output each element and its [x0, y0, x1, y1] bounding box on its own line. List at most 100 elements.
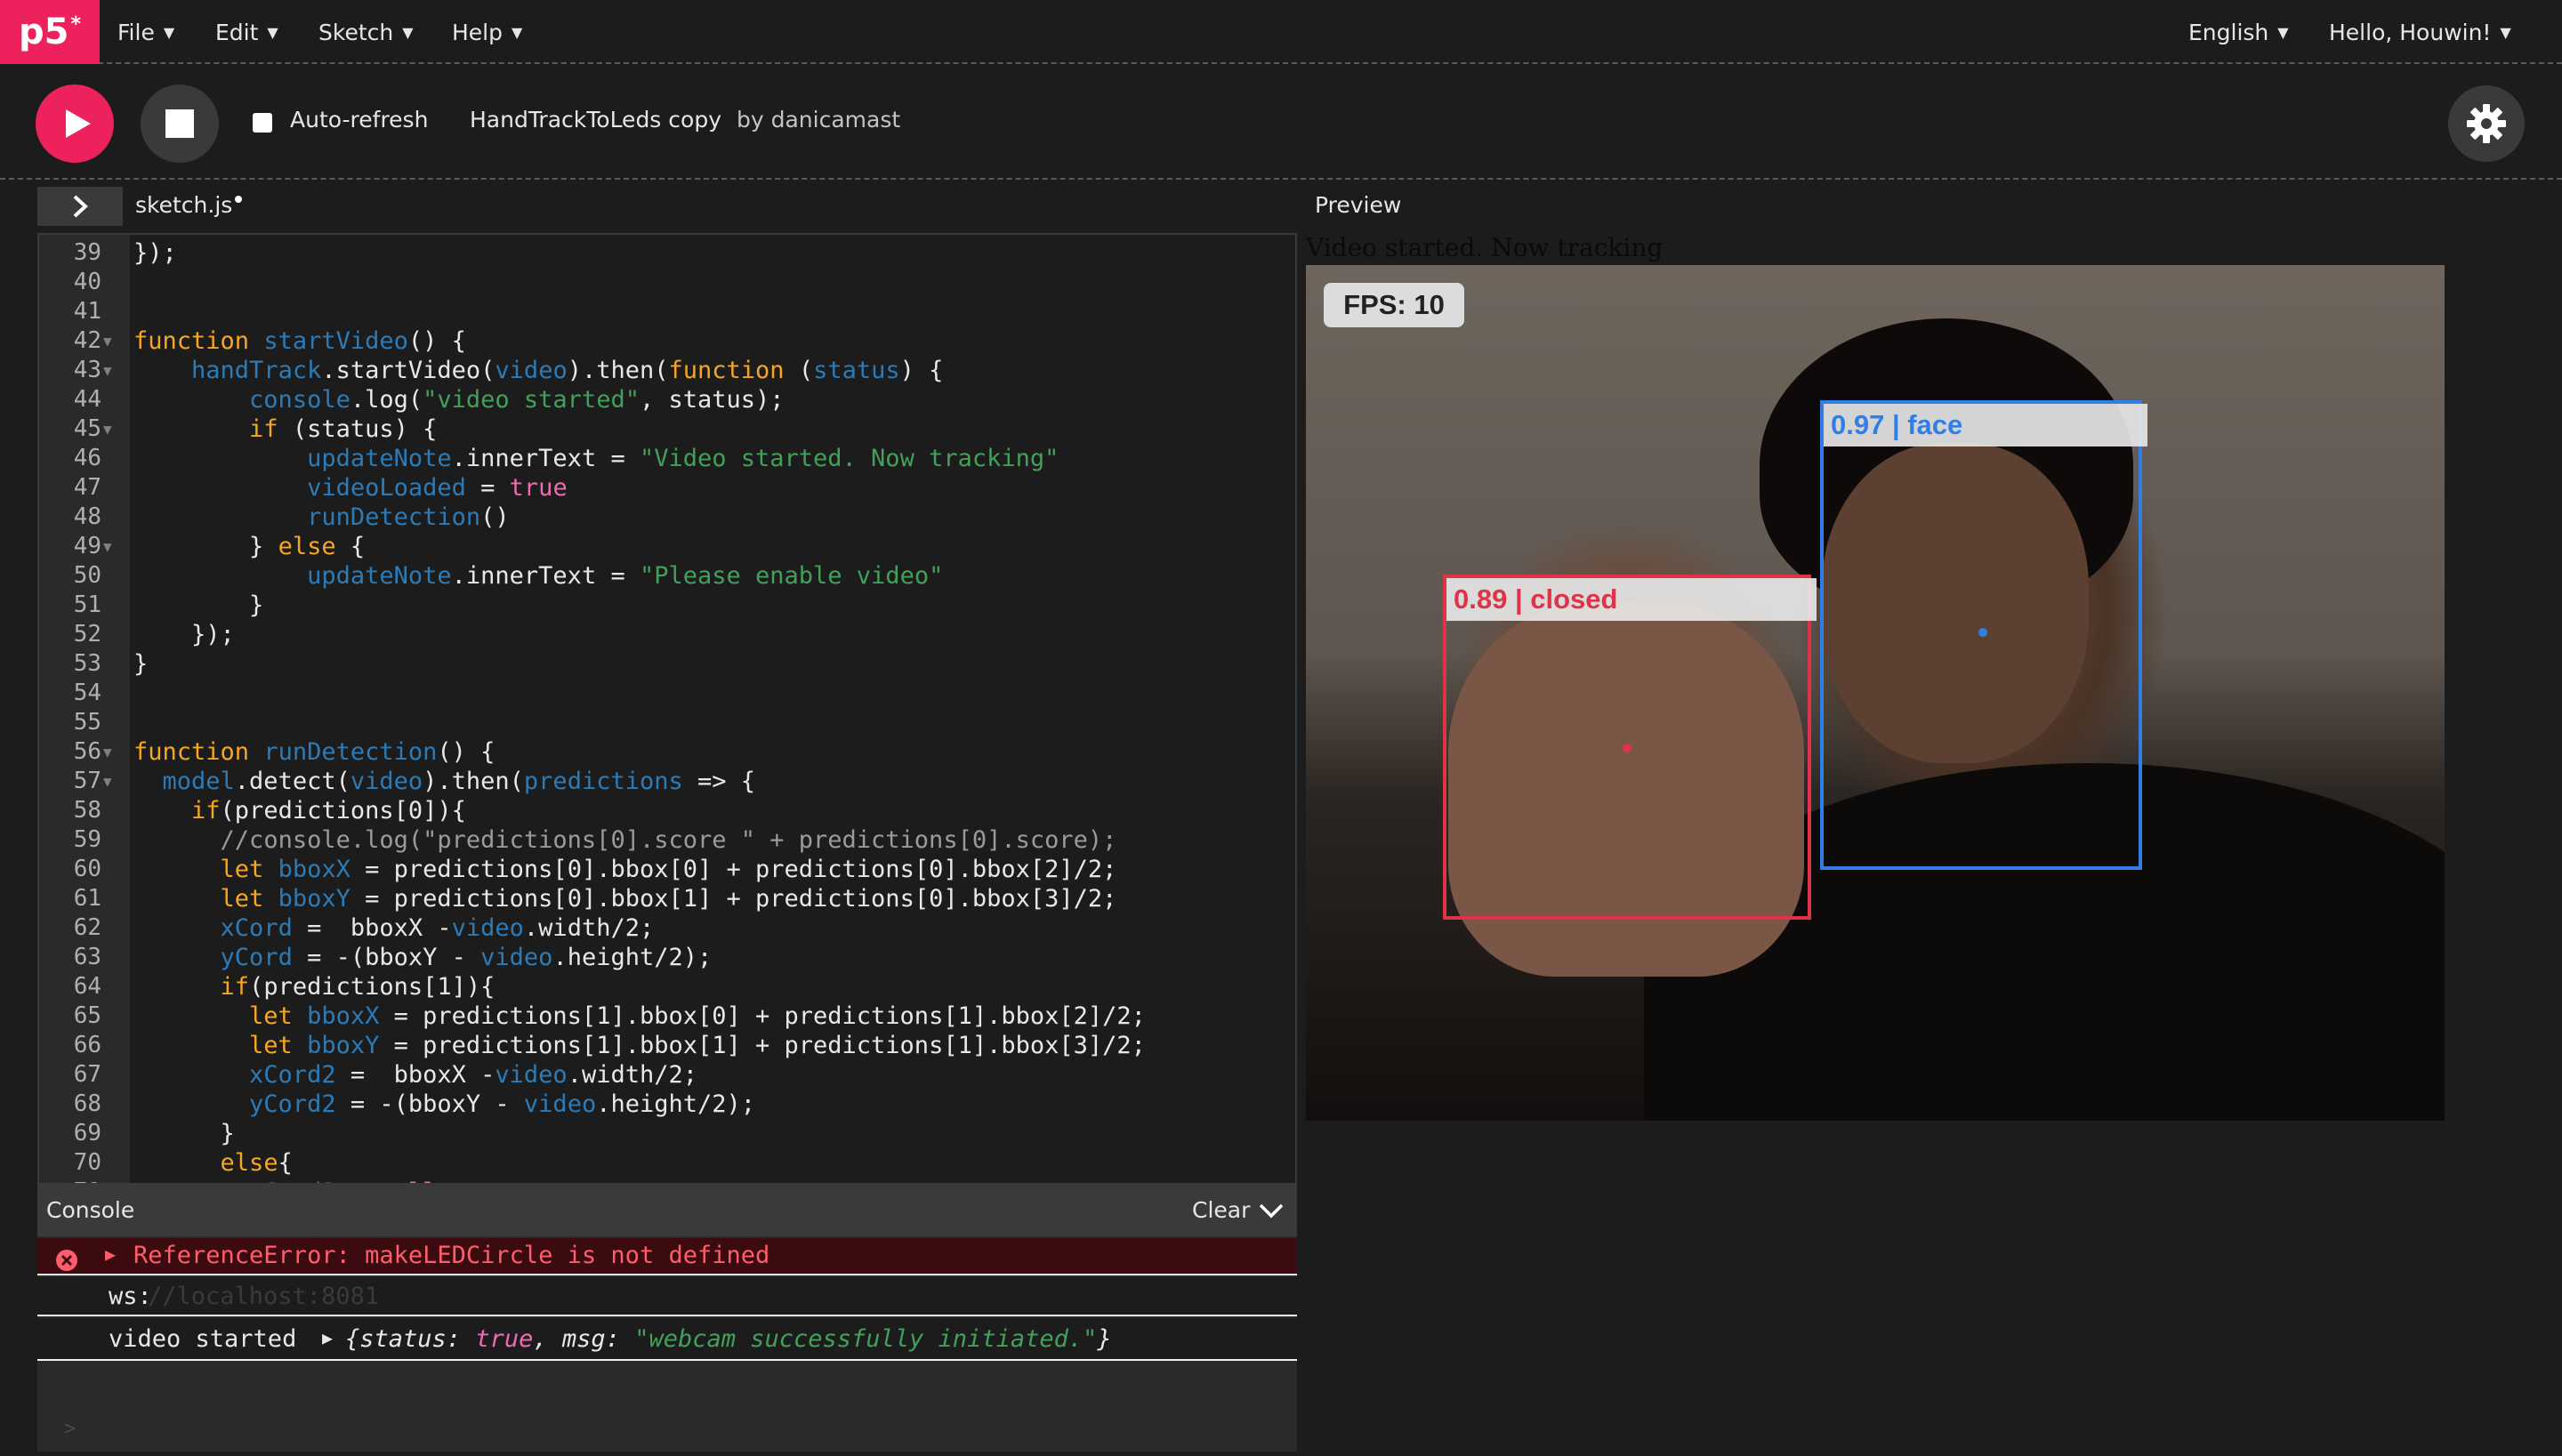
- stop-icon: [165, 109, 194, 138]
- log-key-status: status:: [359, 1325, 462, 1353]
- code-text: function startVideo() {: [133, 327, 466, 355]
- menu-help-label: Help: [452, 19, 503, 45]
- face-center-dot: [1978, 628, 1987, 637]
- project-name[interactable]: HandTrackToLeds copy: [470, 107, 721, 133]
- line-number: 57: [73, 768, 101, 794]
- line-number: 58: [73, 797, 101, 824]
- error-icon: [56, 1250, 77, 1271]
- settings-button[interactable]: [2448, 85, 2525, 162]
- line-number: 51: [73, 591, 101, 618]
- code-text: }: [133, 650, 149, 678]
- line-number: 69: [73, 1120, 101, 1146]
- fold-arrow-icon[interactable]: ▼: [103, 326, 112, 356]
- line-number: 71: [39, 1178, 101, 1183]
- line-number: 45: [73, 415, 101, 442]
- code-text: }: [133, 1120, 235, 1147]
- code-text: let bboxY = predictions[1].bbox[1] + pre…: [249, 1032, 1146, 1059]
- line-number: 62: [73, 914, 101, 941]
- line-number: 52: [73, 621, 101, 648]
- language-menu[interactable]: English ▼: [2188, 0, 2289, 64]
- log-label: video started: [109, 1325, 297, 1353]
- unsaved-indicator: [235, 196, 243, 203]
- stop-button[interactable]: [141, 84, 219, 163]
- code-text: xCord2 = bboxX -video.width/2;: [249, 1061, 697, 1089]
- console-ws-row: ws://localhost:8081: [37, 1277, 1297, 1316]
- log-value-msg: "webcam successfully initiated.": [634, 1325, 1098, 1353]
- line-number: 59: [73, 826, 101, 853]
- project-author: by danicamast: [737, 107, 901, 133]
- preview-title: Preview: [1315, 192, 1402, 218]
- line-number: 50: [73, 562, 101, 589]
- log-brace-close: }: [1097, 1325, 1112, 1353]
- user-menu[interactable]: Hello, Houwin! ▼: [2329, 0, 2511, 64]
- code-text: updateNote.innerText = "Video started. N…: [307, 445, 1059, 472]
- code-text: yCord2 = -(bboxY - video.height/2);: [249, 1090, 756, 1118]
- file-tab-label: sketch.js: [135, 192, 233, 218]
- menu-help[interactable]: Help ▼: [452, 0, 522, 64]
- line-number: 42: [73, 327, 101, 354]
- console-clear-button[interactable]: Clear: [1192, 1197, 1250, 1223]
- ws-prefix: ws:: [109, 1283, 152, 1310]
- code-text: if (status) {: [249, 415, 438, 443]
- caret-down-icon: ▼: [2277, 23, 2289, 41]
- line-number: 44: [73, 386, 101, 413]
- line-number: 66: [73, 1032, 101, 1058]
- fold-arrow-icon[interactable]: ▼: [103, 356, 112, 385]
- fps-counter: FPS: 10: [1324, 283, 1464, 327]
- menu-sketch[interactable]: Sketch ▼: [318, 0, 414, 64]
- line-number: 46: [73, 445, 101, 471]
- line-number: 39: [73, 239, 101, 266]
- code-text: model.detect(video).then(predictions => …: [162, 768, 756, 795]
- play-button[interactable]: [36, 84, 114, 163]
- log-key-msg: msg:: [561, 1325, 620, 1353]
- expand-arrow-icon[interactable]: ▶: [105, 1243, 116, 1265]
- code-text: //console.log("predictions[0].score " + …: [220, 826, 1117, 854]
- ws-url: //localhost:8081: [148, 1283, 380, 1310]
- fold-arrow-icon[interactable]: ▼: [103, 532, 112, 561]
- code-text: function runDetection() {: [133, 738, 495, 766]
- code-text: updateNote.innerText = "Please enable vi…: [307, 562, 944, 590]
- menu-edit[interactable]: Edit ▼: [215, 0, 278, 64]
- code-text: });: [133, 621, 235, 648]
- code-text: yCord = -(bboxY - video.height/2);: [220, 944, 713, 971]
- chevron-down-icon[interactable]: [1258, 1203, 1285, 1220]
- line-number: 56: [73, 738, 101, 765]
- fold-arrow-icon[interactable]: ▼: [103, 767, 112, 796]
- caret-down-icon: ▼: [267, 23, 278, 41]
- line-number: 70: [73, 1149, 101, 1176]
- line-number: 67: [73, 1061, 101, 1088]
- menu-edit-label: Edit: [215, 19, 259, 45]
- code-text: } else {: [133, 533, 366, 560]
- top-menu-bar: p5 * File ▼ Edit ▼ Sketch ▼ Help ▼ English ▼ H…: [0, 0, 2562, 64]
- console-error-row: ▶ ReferenceError: makeLEDCircle is not d…: [37, 1238, 1297, 1275]
- webcam-video-canvas[interactable]: FPS: 10 0.97 | face 0.89 | closed: [1306, 265, 2445, 1121]
- user-greeting: Hello, Houwin!: [2329, 19, 2492, 45]
- hand-center-dot: [1623, 744, 1631, 752]
- menu-file[interactable]: File ▼: [117, 0, 174, 64]
- code-text: yCord2 = null;: [133, 1178, 452, 1183]
- file-tab-sketch-js[interactable]: sketch.js: [135, 192, 243, 218]
- detection-label-face: 0.97 | face: [1824, 404, 2147, 446]
- fold-arrow-icon[interactable]: ▼: [103, 414, 112, 444]
- expand-arrow-icon[interactable]: ▶: [322, 1327, 333, 1348]
- p5-logo[interactable]: p5 *: [0, 0, 100, 64]
- code-text: xCord = bboxX -video.width/2;: [220, 914, 655, 942]
- log-separator: ,: [533, 1325, 548, 1353]
- line-number: 55: [73, 709, 101, 736]
- log-value-status: true: [475, 1325, 534, 1353]
- console-input-prompt[interactable]: >: [64, 1418, 76, 1440]
- code-editor[interactable]: 39}); 40 41 42 ▼ function startVideo() {43 ▼ h…: [37, 233, 1297, 1185]
- fold-arrow-icon[interactable]: ▼: [103, 737, 112, 767]
- log-object: {status: true, msg: "webcam successfully…: [345, 1325, 1112, 1353]
- line-number: 68: [73, 1090, 101, 1117]
- caret-down-icon: ▼: [512, 23, 523, 41]
- line-number: 54: [73, 680, 101, 706]
- sidebar-toggle-button[interactable]: [37, 187, 123, 226]
- chevron-right-icon: [73, 195, 88, 218]
- line-number: 53: [73, 650, 101, 677]
- console-panel: Console Clear ▶ ReferenceError: makeLEDC…: [37, 1185, 1297, 1452]
- code-text: console.log("video started", status);: [249, 386, 785, 414]
- line-number: 43: [73, 357, 101, 383]
- line-number: 65: [73, 1002, 101, 1029]
- auto-refresh-checkbox[interactable]: [253, 113, 272, 133]
